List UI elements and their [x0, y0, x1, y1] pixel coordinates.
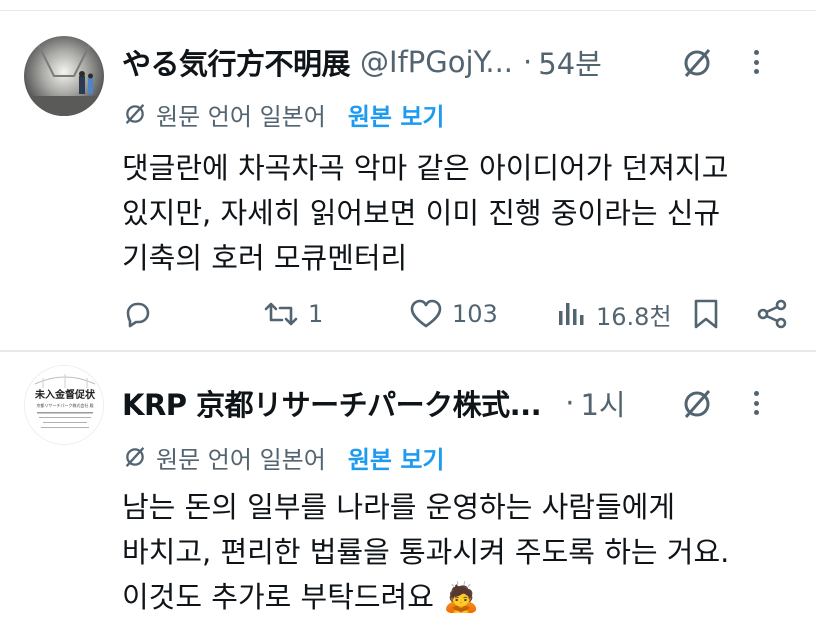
post[interactable]: 未入金督促状 京都リサーチパーク株式会社 殿 KRP 京都リサーチパーク株式..… [0, 353, 816, 627]
action-bar: 1 103 16.8천 [122, 294, 792, 334]
share-icon [757, 299, 787, 329]
post-text-line: 남는 돈의 일부를 나라를 운영하는 사람들에게 [122, 490, 676, 524]
display-name[interactable]: KRP 京都リサーチパーク株式... [122, 382, 542, 424]
separator: · [565, 386, 575, 420]
translate-icon [125, 447, 145, 467]
bookmark-icon [694, 299, 718, 329]
translation-label: 원문 언어 일본어 [156, 445, 326, 474]
timestamp[interactable]: 1시 [580, 382, 625, 424]
show-original-link[interactable]: 원본 보기 [348, 440, 445, 475]
show-original-link[interactable]: 원본 보기 [348, 97, 445, 132]
post-text: 남는 돈의 일부를 나라를 운영하는 사람들에게 바치고, 편리한 법률을 통과… [122, 485, 776, 620]
top-divider [0, 10, 816, 11]
reply-icon [126, 302, 150, 328]
post-text-line: 바치고, 편리한 법률을 통과시켜 주도록 하는 거요. [122, 535, 730, 569]
avatar-company: 京都リサーチパーク株式会社 殿 [36, 402, 93, 408]
post-text-line: 이것도 추가로 부탁드려요 🙇 [122, 580, 480, 614]
repost-count: 1 [308, 300, 324, 328]
translation-notice: 원문 언어 일본어 원본 보기 [122, 439, 445, 475]
translate-icon [125, 104, 145, 124]
bookmark-button[interactable] [692, 294, 720, 334]
post-text-line: 있지만, 자세히 읽어보면 이미 진행 중이라는 신규 [122, 196, 721, 230]
repost-button[interactable]: 1 [264, 294, 323, 334]
post-text: 댓글란에 차곡차곡 악마 같은 아이디어가 던져지고 있지만, 자세히 읽어보면… [122, 146, 776, 281]
like-count: 103 [452, 300, 498, 328]
display-name[interactable]: やる気行方不明展 [122, 41, 351, 83]
post-header: KRP 京都リサーチパーク株式... · 1시 [122, 383, 796, 423]
user-handle[interactable]: @IfPGojY... [360, 45, 513, 79]
more-icon[interactable] [750, 44, 762, 80]
post-divider [0, 350, 816, 352]
avatar[interactable] [24, 36, 104, 116]
views-button[interactable]: 16.8천 [556, 294, 672, 334]
separator: · [523, 45, 533, 79]
post[interactable]: やる気行方不明展 @IfPGojY... · 54분 원문 언어 일본어 원본 … [0, 12, 816, 350]
reply-button[interactable] [122, 294, 154, 334]
translation-notice: 원문 언어 일본어 원본 보기 [122, 96, 445, 132]
views-icon [559, 303, 584, 325]
translation-label: 원문 언어 일본어 [156, 102, 326, 131]
avatar-image [24, 36, 104, 116]
like-button[interactable]: 103 [410, 294, 498, 334]
repost-icon [264, 302, 298, 326]
share-button[interactable] [756, 294, 788, 334]
more-icon[interactable] [750, 385, 762, 421]
timestamp[interactable]: 54분 [538, 41, 602, 83]
avatar[interactable]: 未入金督促状 京都リサーチパーク株式会社 殿 [24, 365, 104, 445]
view-count: 16.8천 [596, 302, 672, 331]
post-text-line: 댓글란에 차곡차곡 악마 같은 아이디어가 던져지고 [122, 151, 729, 185]
grok-icon[interactable] [680, 46, 714, 80]
heart-icon [410, 299, 442, 328]
post-header: やる気行方不明展 @IfPGojY... · 54분 [122, 42, 796, 82]
post-text-line: 기축의 호러 모큐멘터리 [122, 241, 408, 275]
grok-icon[interactable] [680, 387, 714, 421]
avatar-image: 未入金督促状 京都リサーチパーク株式会社 殿 [25, 366, 103, 444]
avatar-headline: 未入金督促状 [34, 388, 96, 401]
